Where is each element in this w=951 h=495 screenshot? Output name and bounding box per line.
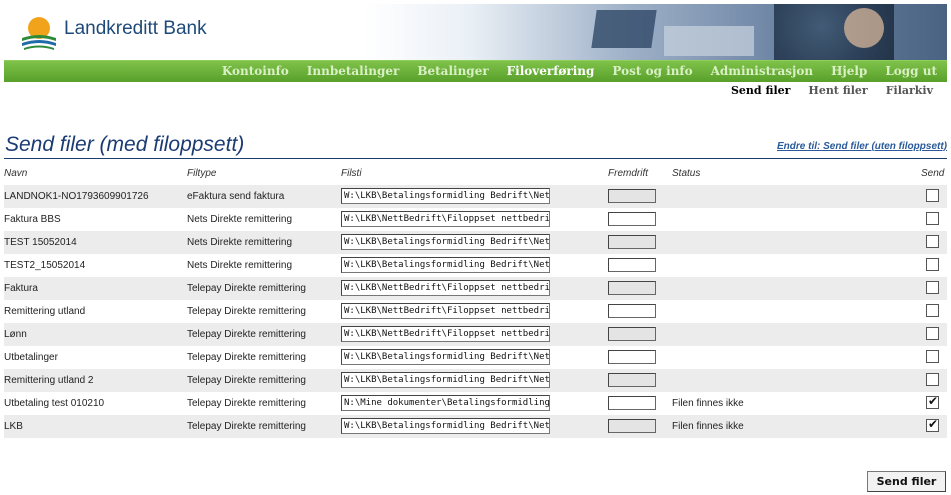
file-type: Nets Direkte remittering	[187, 260, 293, 271]
table-row: Remittering utland Telepay Direkte remitt…	[4, 300, 947, 323]
file-name: Utbetaling test 010210	[4, 398, 105, 409]
file-name: Faktura	[4, 283, 38, 294]
file-path-input[interactable]: W:\LKB\Betalingsformidling Bedrift\Nettb…	[341, 257, 550, 273]
send-checkbox[interactable]	[926, 350, 939, 363]
file-path-input[interactable]: W:\LKB\NettBedrift\Filoppset nettbedrift…	[341, 211, 550, 227]
send-files-button[interactable]: Send filer	[867, 471, 946, 492]
file-name: Faktura BBS	[4, 214, 61, 225]
table-row: Lønn Telepay Direkte remittering W:\LKB\Ne…	[4, 323, 947, 346]
file-type: Telepay Direkte remittering	[187, 283, 306, 294]
send-checkbox[interactable]	[926, 394, 939, 409]
table-row: Utbetalinger Telepay Direkte remittering W…	[4, 346, 947, 369]
send-checkbox[interactable]	[926, 281, 939, 294]
file-type: Telepay Direkte remittering	[187, 329, 306, 340]
send-checkbox[interactable]	[926, 258, 939, 271]
file-type: Nets Direkte remittering	[187, 237, 293, 248]
file-name: Remittering utland 2	[4, 375, 94, 386]
progress-bar	[608, 419, 656, 433]
nav-item-logg-ut[interactable]: Logg ut	[885, 64, 937, 78]
sub-nav: Send filer Hent filer Filarkiv	[731, 84, 933, 97]
progress-bar	[608, 350, 656, 364]
send-checkbox[interactable]	[926, 304, 939, 317]
send-checkbox[interactable]	[926, 373, 939, 386]
main-navbar: Kontoinfo Innbetalinger Betalinger Filoverf…	[4, 60, 947, 82]
send-checkbox[interactable]	[926, 212, 939, 225]
table-row: Faktura Telepay Direkte remittering W:\LKB…	[4, 277, 947, 300]
file-name: Lønn	[4, 329, 27, 340]
progress-bar	[608, 396, 656, 410]
progress-bar	[608, 235, 656, 249]
nav-item-hjelp[interactable]: Hjelp	[831, 64, 867, 78]
subnav-item-hent-filer[interactable]: Hent filer	[808, 84, 867, 97]
bank-name: Landkreditt Bank	[64, 18, 207, 39]
file-type: Telepay Direkte remittering	[187, 421, 306, 432]
title-divider	[4, 158, 947, 159]
progress-bar	[608, 327, 656, 341]
file-path-input[interactable]: W:\LKB\Betalingsformidling Bedrift\Nettb…	[341, 188, 550, 204]
banner-photo	[364, 4, 947, 60]
send-checkbox[interactable]	[926, 327, 939, 340]
file-type: eFaktura send faktura	[187, 191, 285, 202]
file-name: Utbetalinger	[4, 352, 58, 363]
table-row: Utbetaling test 010210 Telepay Direkte re…	[4, 392, 947, 415]
nav-item-post-og-info[interactable]: Post og info	[612, 64, 692, 78]
send-checkbox[interactable]	[926, 417, 939, 432]
progress-bar	[608, 304, 656, 318]
nav-item-filoverf-ring[interactable]: Filoverføring	[507, 64, 595, 78]
nav-item-administrasjon[interactable]: Administrasjon	[711, 64, 813, 78]
file-name: TEST 15052014	[4, 237, 77, 248]
progress-bar	[608, 281, 656, 295]
banner-area: Landkreditt Bank	[4, 4, 947, 60]
header-send: Send	[921, 168, 945, 179]
table-row: Remittering utland 2 Telepay Direkte remi…	[4, 369, 947, 392]
send-checkbox[interactable]	[926, 189, 939, 202]
status-text: Filen finnes ikke	[672, 398, 744, 409]
file-path-input[interactable]: W:\LKB\NettBedrift\Filoppset nettbedrift…	[341, 303, 550, 319]
file-name: LKB	[4, 421, 23, 432]
file-type: Telepay Direkte remittering	[187, 375, 306, 386]
file-path-input[interactable]: W:\LKB\Betalingsformidling Bedrift\Nettb…	[341, 349, 550, 365]
file-name: TEST2_15052014	[4, 260, 86, 271]
header-filetype: Filtype	[187, 168, 217, 179]
subnav-item-filarkiv[interactable]: Filarkiv	[886, 84, 933, 97]
progress-bar	[608, 373, 656, 387]
file-path-input[interactable]: W:\LKB\Betalingsformidling Bedrift\Nettb…	[341, 234, 550, 250]
status-text: Filen finnes ikke	[672, 421, 744, 432]
nav-item-betalinger[interactable]: Betalinger	[417, 64, 488, 78]
header-banner: Landkreditt Bank Kontoinfo Innbetalinger B…	[4, 4, 947, 82]
page-title: Send filer (med filoppsett)	[5, 133, 245, 156]
table-row: TEST 15052014 Nets Direkte remittering W:\…	[4, 231, 947, 254]
progress-bar	[608, 258, 656, 272]
file-path-input[interactable]: N:\Mine dokumenter\Betalingsformidling B…	[341, 395, 550, 411]
file-path-input[interactable]: W:\LKB\Betalingsformidling Bedrift\Nettb…	[341, 372, 550, 388]
table-row: LANDNOK1-NO1793609901726 eFaktura send fa…	[4, 185, 947, 208]
bank-logo[interactable]: Landkreditt Bank	[18, 12, 218, 54]
table-row: LKB Telepay Direkte remittering W:\LKB\Bet…	[4, 415, 947, 438]
table-row: TEST2_15052014 Nets Direkte remittering W:…	[4, 254, 947, 277]
file-type: Nets Direkte remittering	[187, 214, 293, 225]
subnav-item-send-filer[interactable]: Send filer	[731, 84, 790, 97]
send-checkbox[interactable]	[926, 235, 939, 248]
file-type: Telepay Direkte remittering	[187, 306, 306, 317]
file-path-input[interactable]: W:\LKB\Betalingsformidling Bedrift\Nettb…	[341, 418, 550, 434]
progress-bar	[608, 189, 656, 203]
header-name: Navn	[4, 168, 28, 179]
progress-bar	[608, 212, 656, 226]
file-type: Telepay Direkte remittering	[187, 352, 306, 363]
header-progress: Fremdrift	[608, 168, 648, 179]
landkreditt-logo-icon	[22, 17, 56, 50]
table-row: Faktura BBS Nets Direkte remittering W:\LK…	[4, 208, 947, 231]
header-status: Status	[672, 168, 701, 179]
switch-mode-link[interactable]: Endre til: Send filer (uten filoppsett)	[777, 141, 947, 152]
file-table: LANDNOK1-NO1793609901726 eFaktura send fa…	[4, 185, 947, 438]
file-type: Telepay Direkte remittering	[187, 398, 306, 409]
file-path-input[interactable]: W:\LKB\NettBedrift\Filoppset nettbedrift…	[341, 280, 550, 296]
main-nav: Kontoinfo Innbetalinger Betalinger Filoverf…	[222, 64, 937, 78]
file-name: Remittering utland	[4, 306, 86, 317]
file-path-input[interactable]: W:\LKB\NettBedrift\Filoppset nettbedrift…	[341, 326, 550, 342]
file-name: LANDNOK1-NO1793609901726	[4, 191, 149, 202]
nav-item-kontoinfo[interactable]: Kontoinfo	[222, 64, 289, 78]
header-filepath: Filsti	[341, 168, 362, 179]
nav-item-innbetalinger[interactable]: Innbetalinger	[307, 64, 400, 78]
